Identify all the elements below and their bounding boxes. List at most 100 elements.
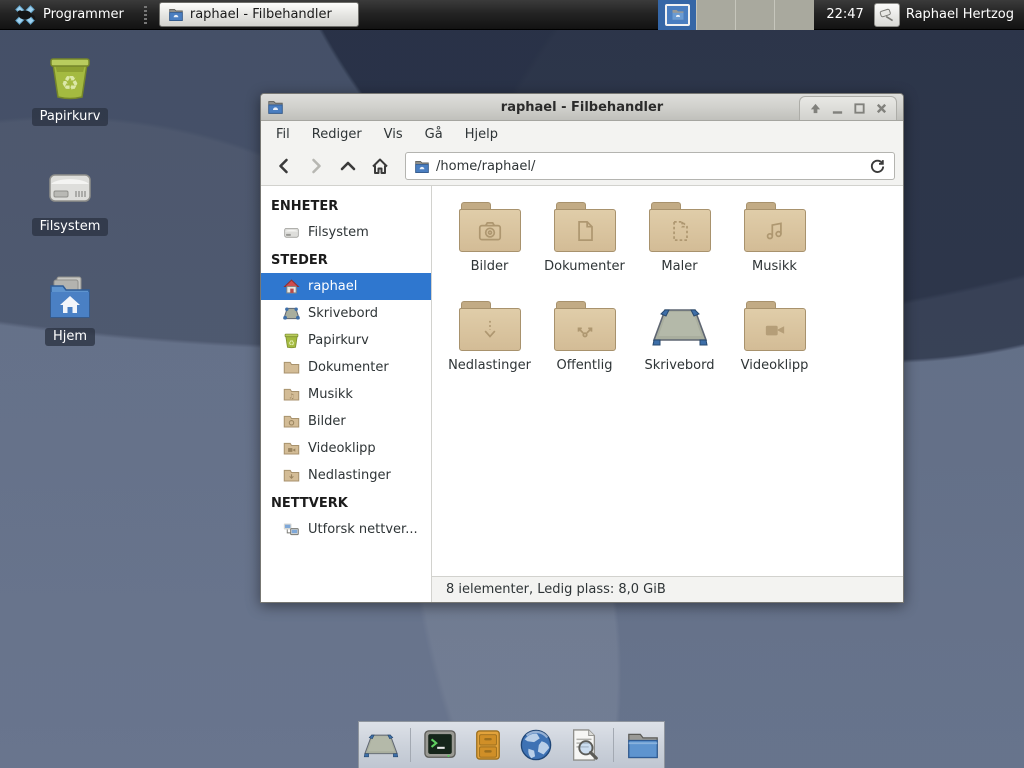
workspace-4[interactable]: [775, 0, 814, 30]
workspace-2[interactable]: [697, 0, 736, 30]
search-document-icon: [568, 728, 600, 762]
toolbar: /home/raphael/: [261, 147, 903, 186]
folder-icon: [554, 301, 616, 351]
sidebar-item-filsystem[interactable]: Filsystem: [261, 219, 431, 246]
terminal-icon: [423, 729, 457, 761]
sidebar-item-papirkurv[interactable]: ♻ Papirkurv: [261, 327, 431, 354]
template-emblem-icon: [666, 217, 694, 245]
sidebar-item-label: Skrivebord: [308, 306, 378, 321]
menu-fil[interactable]: Fil: [265, 123, 301, 146]
music-emblem-icon: [761, 217, 789, 245]
desktop-icon-trash[interactable]: ♻ Papirkurv: [22, 52, 118, 126]
dock-separator: [613, 728, 614, 762]
desktop-icon-label: Filsystem: [32, 218, 109, 236]
file-label: Dokumenter: [544, 259, 625, 274]
reload-icon[interactable]: [869, 158, 886, 175]
svg-text:♻: ♻: [61, 71, 79, 95]
desktop: Programmer raphael - Filbehandler: [0, 0, 1024, 768]
desktop-icon-home[interactable]: Hjem: [22, 272, 118, 346]
folder-icon: ♫: [283, 386, 300, 403]
workspace-1[interactable]: [658, 0, 697, 30]
folder-icon: [414, 159, 430, 174]
share-emblem-icon: [571, 316, 599, 344]
folder-icon: [283, 413, 300, 430]
sidebar-item-nedlastinger[interactable]: Nedlastinger: [261, 462, 431, 489]
camera-emblem-icon: [476, 217, 504, 245]
desktop-icon: [283, 305, 300, 322]
sidebar-item-label: Dokumenter: [308, 360, 389, 375]
file-maler[interactable]: Maler: [632, 202, 727, 301]
folder-icon: [459, 301, 521, 351]
svg-text:♫: ♫: [288, 392, 294, 400]
sidebar-item-dokumenter[interactable]: Dokumenter: [261, 354, 431, 381]
top-panel: Programmer raphael - Filbehandler: [0, 0, 1024, 30]
taskbar-window-button[interactable]: raphael - Filbehandler: [159, 2, 359, 27]
sidebar-item-videoklipp[interactable]: Videoklipp: [261, 435, 431, 462]
sidebar-item-musikk[interactable]: ♫ Musikk: [261, 381, 431, 408]
sidebar-item-network[interactable]: Utforsk nettver...: [261, 516, 431, 543]
sidebar-item-label: Papirkurv: [308, 333, 369, 348]
download-emblem-icon: [476, 316, 504, 344]
file-label: Skrivebord: [644, 358, 714, 373]
chevron-right-icon: [307, 157, 325, 175]
menu-vis[interactable]: Vis: [373, 123, 414, 146]
forward-button[interactable]: [301, 152, 331, 180]
web-browser-launcher[interactable]: [517, 726, 555, 764]
file-bilder[interactable]: Bilder: [442, 202, 537, 301]
workspace-3[interactable]: [736, 0, 775, 30]
desktop-icon-label: Hjem: [45, 328, 95, 346]
close-button[interactable]: [872, 100, 890, 118]
menu-rediger[interactable]: Rediger: [301, 123, 373, 146]
back-button[interactable]: [269, 152, 299, 180]
desktop-icon-filesystem[interactable]: Filsystem: [22, 162, 118, 236]
statusbar-text: 8 ielementer, Ledig plass: 8,0 GiB: [446, 582, 666, 597]
file-musikk[interactable]: Musikk: [727, 202, 822, 301]
globe-icon: [519, 728, 553, 762]
applications-menu-button[interactable]: Programmer: [8, 1, 130, 29]
sidebar-item-bilder[interactable]: Bilder: [261, 408, 431, 435]
terminal-launcher[interactable]: [421, 726, 459, 764]
svg-text:♻: ♻: [288, 339, 295, 348]
shade-button[interactable]: [806, 100, 824, 118]
file-manager-icon: [625, 729, 661, 761]
taskbar-window-label: raphael - Filbehandler: [190, 7, 332, 22]
path-text[interactable]: /home/raphael/: [436, 159, 863, 174]
folder-icon: [744, 301, 806, 351]
file-label: Offentlig: [557, 358, 613, 373]
file-dokumenter[interactable]: Dokumenter: [537, 202, 632, 301]
xfce-logo-icon: [14, 4, 36, 26]
dock: [358, 721, 665, 768]
user-name-label[interactable]: Raphael Hertzog: [906, 7, 1024, 22]
file-videoklipp[interactable]: Videoklipp: [727, 301, 822, 400]
workspace-window-thumb: [665, 4, 690, 26]
file-label: Bilder: [471, 259, 509, 274]
menu-hjelp[interactable]: Hjelp: [454, 123, 509, 146]
sidebar-item-label: raphael: [308, 279, 357, 294]
search-launcher[interactable]: [565, 726, 603, 764]
file-manager-launcher[interactable]: [624, 726, 662, 764]
up-button[interactable]: [333, 152, 363, 180]
menu-ga[interactable]: Gå: [414, 123, 454, 146]
file-label: Maler: [661, 259, 697, 274]
home-button[interactable]: [365, 152, 395, 180]
hard-drive-icon: [283, 224, 300, 241]
desktop-icon-label: Papirkurv: [32, 108, 109, 126]
show-desktop-button[interactable]: [362, 726, 400, 764]
file-label: Musikk: [752, 259, 797, 274]
file-skrivebord[interactable]: Skrivebord: [632, 301, 727, 400]
hard-drive-icon: [45, 162, 95, 212]
clock[interactable]: 22:47: [814, 7, 873, 22]
file-nedlastinger[interactable]: Nedlastinger: [442, 301, 537, 400]
sidebar-item-raphael[interactable]: raphael: [261, 273, 431, 300]
minimize-button[interactable]: [828, 100, 846, 118]
file-icon-view[interactable]: Bilder Dokumenter: [432, 186, 903, 576]
maximize-button[interactable]: [850, 100, 868, 118]
file-offentlig[interactable]: Offentlig: [537, 301, 632, 400]
titlebar[interactable]: raphael - Filbehandler: [261, 94, 903, 121]
session-action-button[interactable]: [874, 3, 900, 27]
location-bar[interactable]: /home/raphael/: [405, 152, 895, 180]
network-icon: [283, 521, 300, 538]
file-cabinet-launcher[interactable]: [469, 726, 507, 764]
sidebar-item-skrivebord[interactable]: Skrivebord: [261, 300, 431, 327]
folder-icon: [649, 202, 711, 252]
